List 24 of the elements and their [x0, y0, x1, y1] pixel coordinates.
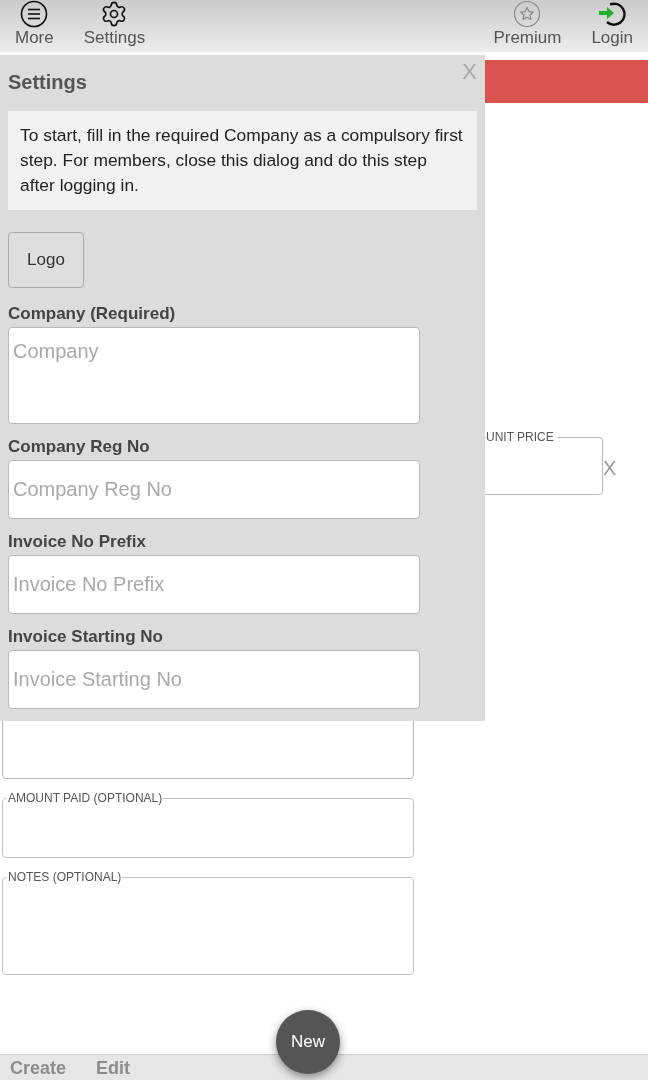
input-field[interactable]: AMOUNT PAID (OPTIONAL) [2, 791, 414, 858]
login-icon [597, 0, 628, 28]
dialog-title: Settings [8, 70, 87, 94]
logo-button[interactable]: Logo [8, 232, 84, 288]
unit-price-field[interactable]: UNIT PRICE [485, 430, 603, 495]
field-label: AMOUNT PAID (OPTIONAL) [7, 791, 164, 805]
text-area-field[interactable]: Company [8, 327, 420, 424]
field-label: Company (Required) [8, 304, 176, 324]
field-label: NOTES (OPTIONAL) [7, 870, 123, 884]
toolbar-button[interactable]: Settings [83, 0, 146, 52]
field-label: Invoice No Prefix [8, 532, 146, 552]
input-field[interactable]: Invoice Starting No [8, 650, 420, 709]
input-field[interactable]: Invoice No Prefix [8, 555, 420, 614]
menu-icon [20, 0, 49, 28]
input-field[interactable]: Company Reg No [8, 460, 420, 519]
field-label: Invoice Starting No [8, 627, 163, 647]
toolbar-button[interactable]: Login [591, 0, 633, 52]
toolbar-button[interactable]: More [15, 0, 54, 52]
field-label: Company Reg No [8, 437, 150, 457]
new-button[interactable]: New [276, 1010, 340, 1074]
toolbar-button[interactable]: Premium [493, 0, 562, 52]
notice-text: To start, fill in the required Company as a compulsory first step. For members, close this dialog and do this step after logging in. [8, 111, 477, 210]
text-area-field[interactable]: NOTES (OPTIONAL) [2, 870, 414, 975]
field-label: UNIT PRICE [486, 430, 555, 444]
